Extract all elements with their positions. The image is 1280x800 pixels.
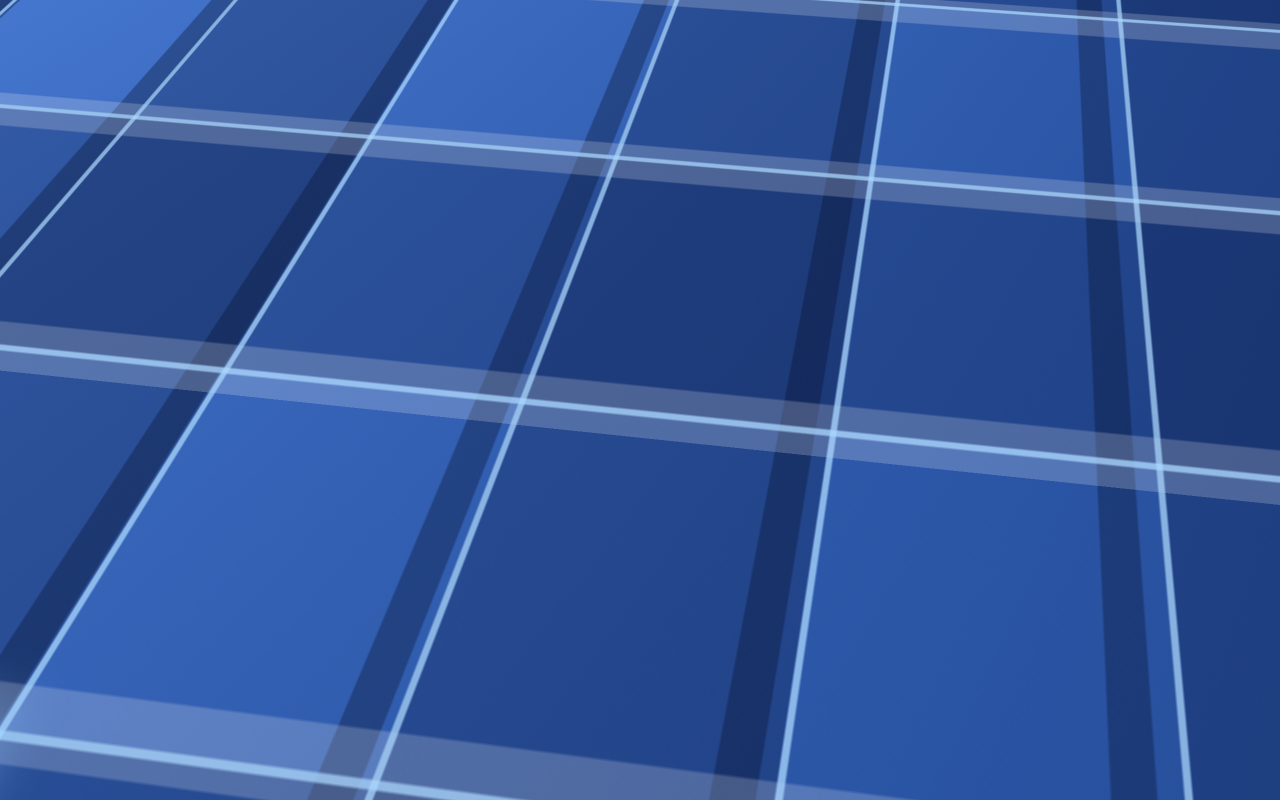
workspace-4[interactable]: 4 — [332, 0, 362, 33]
applications-menu-button[interactable] — [8, 0, 38, 33]
lock-screen-button[interactable] — [1222, 0, 1238, 33]
logout-icon — [1254, 9, 1272, 25]
text-caret — [568, 427, 570, 443]
panel-separator — [372, 7, 373, 27]
gear-icon: ⚙ — [387, 419, 405, 439]
kali-live-icon — [43, 335, 81, 373]
desktop-icon-floppy-disk[interactable]: Floppy Disk — [18, 422, 106, 488]
search-input[interactable]: x-terminal-emulator ↓ — [419, 421, 929, 449]
workspace-label: 2 — [283, 8, 291, 23]
desktop-icon-kali-live[interactable]: Kali Live — [18, 329, 106, 395]
desktop-icon-label: Kali Live — [36, 381, 88, 395]
display-icon — [997, 9, 1016, 24]
desktop-icon-file-system[interactable]: File System — [18, 144, 106, 210]
close-icon: × — [917, 379, 928, 392]
dropdown-arrow-icon[interactable]: ↓ — [908, 427, 920, 443]
kali-logo-icon — [11, 5, 35, 29]
workspace-3[interactable]: 3 — [302, 0, 332, 33]
terminal-icon: >_ — [180, 8, 201, 25]
clock[interactable]: 14:40 — [1133, 0, 1172, 33]
top-panel: >_ ▾ 1 2 3 4 — [0, 0, 1280, 33]
workspace-switcher: 1 2 3 4 — [242, 0, 362, 33]
launcher-group: >_ ▾ — [48, 0, 209, 33]
text-editor-icon — [116, 7, 131, 26]
workspace-1[interactable]: 1 — [242, 0, 272, 33]
folder-icon — [82, 11, 102, 25]
lock-icon — [1222, 8, 1238, 25]
chevron-down-icon[interactable]: ▾ — [204, 11, 209, 22]
logout-button[interactable] — [1254, 0, 1272, 33]
maximize-button[interactable] — [890, 379, 904, 393]
titlebar-buttons: × — [867, 377, 931, 395]
file-manager-launcher[interactable] — [82, 0, 102, 33]
system-tray: 14:40 — [997, 0, 1272, 33]
window-title: Application Finder — [353, 379, 939, 393]
desktop-icon-label: File System — [26, 196, 98, 210]
desktop-icon-label: Trash — [45, 289, 78, 303]
search-input-value: x-terminal-emulator — [430, 428, 560, 443]
desktop-icon-trash[interactable]: Trash — [18, 237, 106, 303]
volume-tray[interactable] — [1032, 0, 1050, 33]
completion-popup: x-terminal-emulator — [418, 453, 931, 500]
desktop-screen: >_ ▾ 1 2 3 4 — [0, 0, 1280, 800]
text-editor-launcher[interactable] — [116, 0, 131, 33]
close-button[interactable]: × — [913, 377, 931, 395]
trash-icon — [46, 243, 78, 281]
terminal-launcher[interactable]: >_ ▾ — [180, 0, 209, 33]
firefox-launcher[interactable] — [145, 0, 166, 33]
notifications-tray[interactable] — [1066, 0, 1084, 33]
taskbar-application-finder[interactable] — [383, 0, 417, 33]
gears-icon: ⚙ ⚙ — [367, 401, 396, 433]
volume-icon — [1032, 9, 1050, 25]
desktop-icon-list: Home File System Trash Kali Live — [18, 52, 106, 514]
completion-item[interactable]: x-terminal-emulator — [419, 454, 930, 482]
mouse-cursor — [634, 394, 654, 418]
gear-icon: ⚙ — [374, 468, 386, 484]
workspace-label: 4 — [343, 8, 351, 23]
display-settings-tray[interactable] — [997, 0, 1016, 33]
minimize-button[interactable] — [867, 379, 881, 393]
panel-separator — [219, 7, 220, 27]
floppy-disk-icon — [44, 430, 80, 466]
desktop-icon-home[interactable]: Home — [18, 52, 106, 118]
application-finder-window: Application Finder × ⚙ ⚙ x-terminal-emul… — [352, 372, 940, 498]
window-launcher[interactable] — [48, 0, 68, 33]
magnifier-icon — [390, 5, 410, 25]
status-circle-icon — [1100, 8, 1117, 25]
desktop-icon-label: Home — [44, 104, 81, 118]
window-icon — [48, 8, 68, 26]
firefox-icon — [145, 6, 166, 27]
workspace-2[interactable]: 2 — [272, 0, 302, 33]
file-system-icon — [43, 150, 81, 188]
bell-icon — [1066, 8, 1084, 25]
workspace-label: 1 — [253, 8, 261, 23]
update-status-tray[interactable] — [1100, 0, 1117, 33]
desktop-icon-label: Floppy Disk — [26, 474, 98, 488]
workspace-label: 3 — [313, 8, 321, 23]
home-icon — [43, 58, 81, 96]
